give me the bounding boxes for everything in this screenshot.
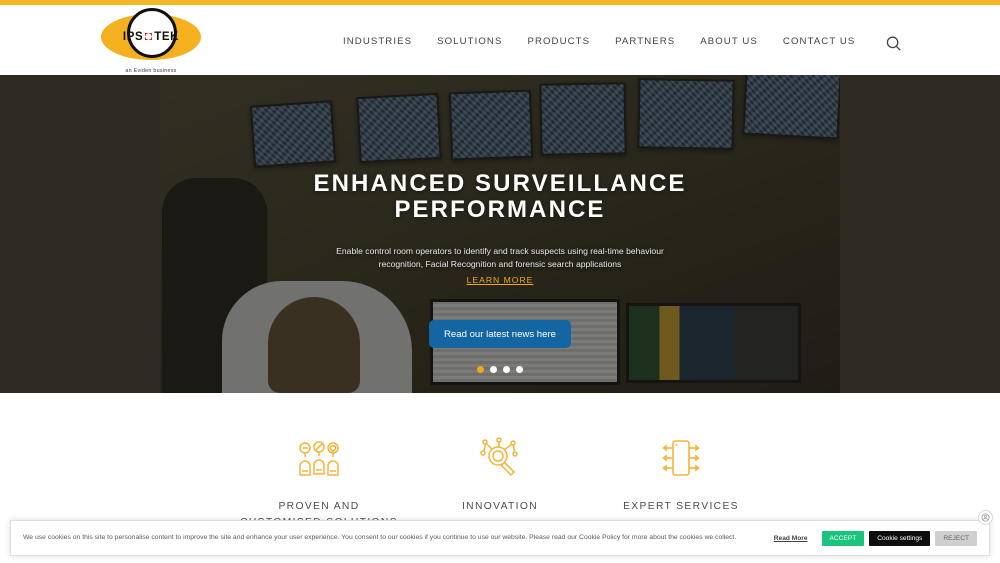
hero-subtitle: Enable control room operators to identif… — [336, 245, 664, 270]
cookie-accept-button[interactable]: ACCEPT — [821, 530, 865, 546]
nav-item-products[interactable]: PRODUCTS — [527, 36, 590, 47]
nav-item-contact-us[interactable]: CONTACT US — [783, 36, 855, 47]
feature-title: EXPERT SERVICES — [623, 501, 739, 512]
cookie-read-more-link[interactable]: Read More — [774, 535, 808, 542]
logo-badge: IPS TEK — [101, 8, 201, 66]
close-badge-icon[interactable] — [978, 510, 993, 525]
search-icon[interactable] — [885, 35, 903, 53]
carousel-dot-3[interactable] — [503, 366, 510, 374]
hero-news-cta-button[interactable]: Read our latest news here — [429, 320, 571, 349]
dashed-square-icon — [145, 33, 153, 40]
carousel-dot-4[interactable] — [516, 366, 523, 374]
nav-item-about-us[interactable]: ABOUT US — [700, 36, 758, 47]
carousel-dot-2[interactable] — [490, 366, 497, 374]
carousel-dots — [477, 366, 523, 374]
cookie-reject-button[interactable]: REJECT — [935, 530, 977, 546]
hero-carousel: ENHANCED SURVEILLANCE PERFORMANCE Enable… — [0, 75, 1000, 393]
cookie-settings-button[interactable]: Cookie settings — [869, 530, 931, 546]
logo-tagline: an Eviden business — [125, 68, 177, 74]
site-logo[interactable]: IPS TEK an Eviden business — [101, 2, 201, 80]
nav-item-industries[interactable]: INDUSTRIES — [343, 36, 412, 47]
people-group-icon — [296, 435, 342, 481]
feature-title: INNOVATION — [461, 501, 539, 512]
magnifier-network-icon — [477, 435, 523, 481]
main-navigation: INDUSTRIES SOLUTIONS PRODUCTS PARTNERS A… — [343, 36, 855, 47]
nav-item-partners[interactable]: PARTNERS — [615, 36, 675, 47]
logo-wordmark: IPS TEK — [123, 31, 179, 43]
logo-text-right: TEK — [154, 30, 180, 43]
hero-learn-more-link[interactable]: LEARN MORE — [467, 275, 534, 285]
hero-title: ENHANCED SURVEILLANCE PERFORMANCE — [313, 170, 687, 224]
site-header: IPS TEK an Eviden business INDUSTRIES SO… — [0, 5, 1000, 75]
cookie-message: We use cookies on this site to personali… — [23, 534, 737, 542]
cookie-consent-banner: We use cookies on this site to personali… — [10, 510, 993, 556]
microchip-icon — [658, 435, 704, 481]
carousel-dot-1[interactable] — [477, 366, 484, 374]
nav-item-solutions[interactable]: SOLUTIONS — [437, 36, 502, 47]
hero-content: ENHANCED SURVEILLANCE PERFORMANCE Enable… — [0, 75, 1000, 393]
logo-text-left: IPS — [122, 30, 144, 43]
